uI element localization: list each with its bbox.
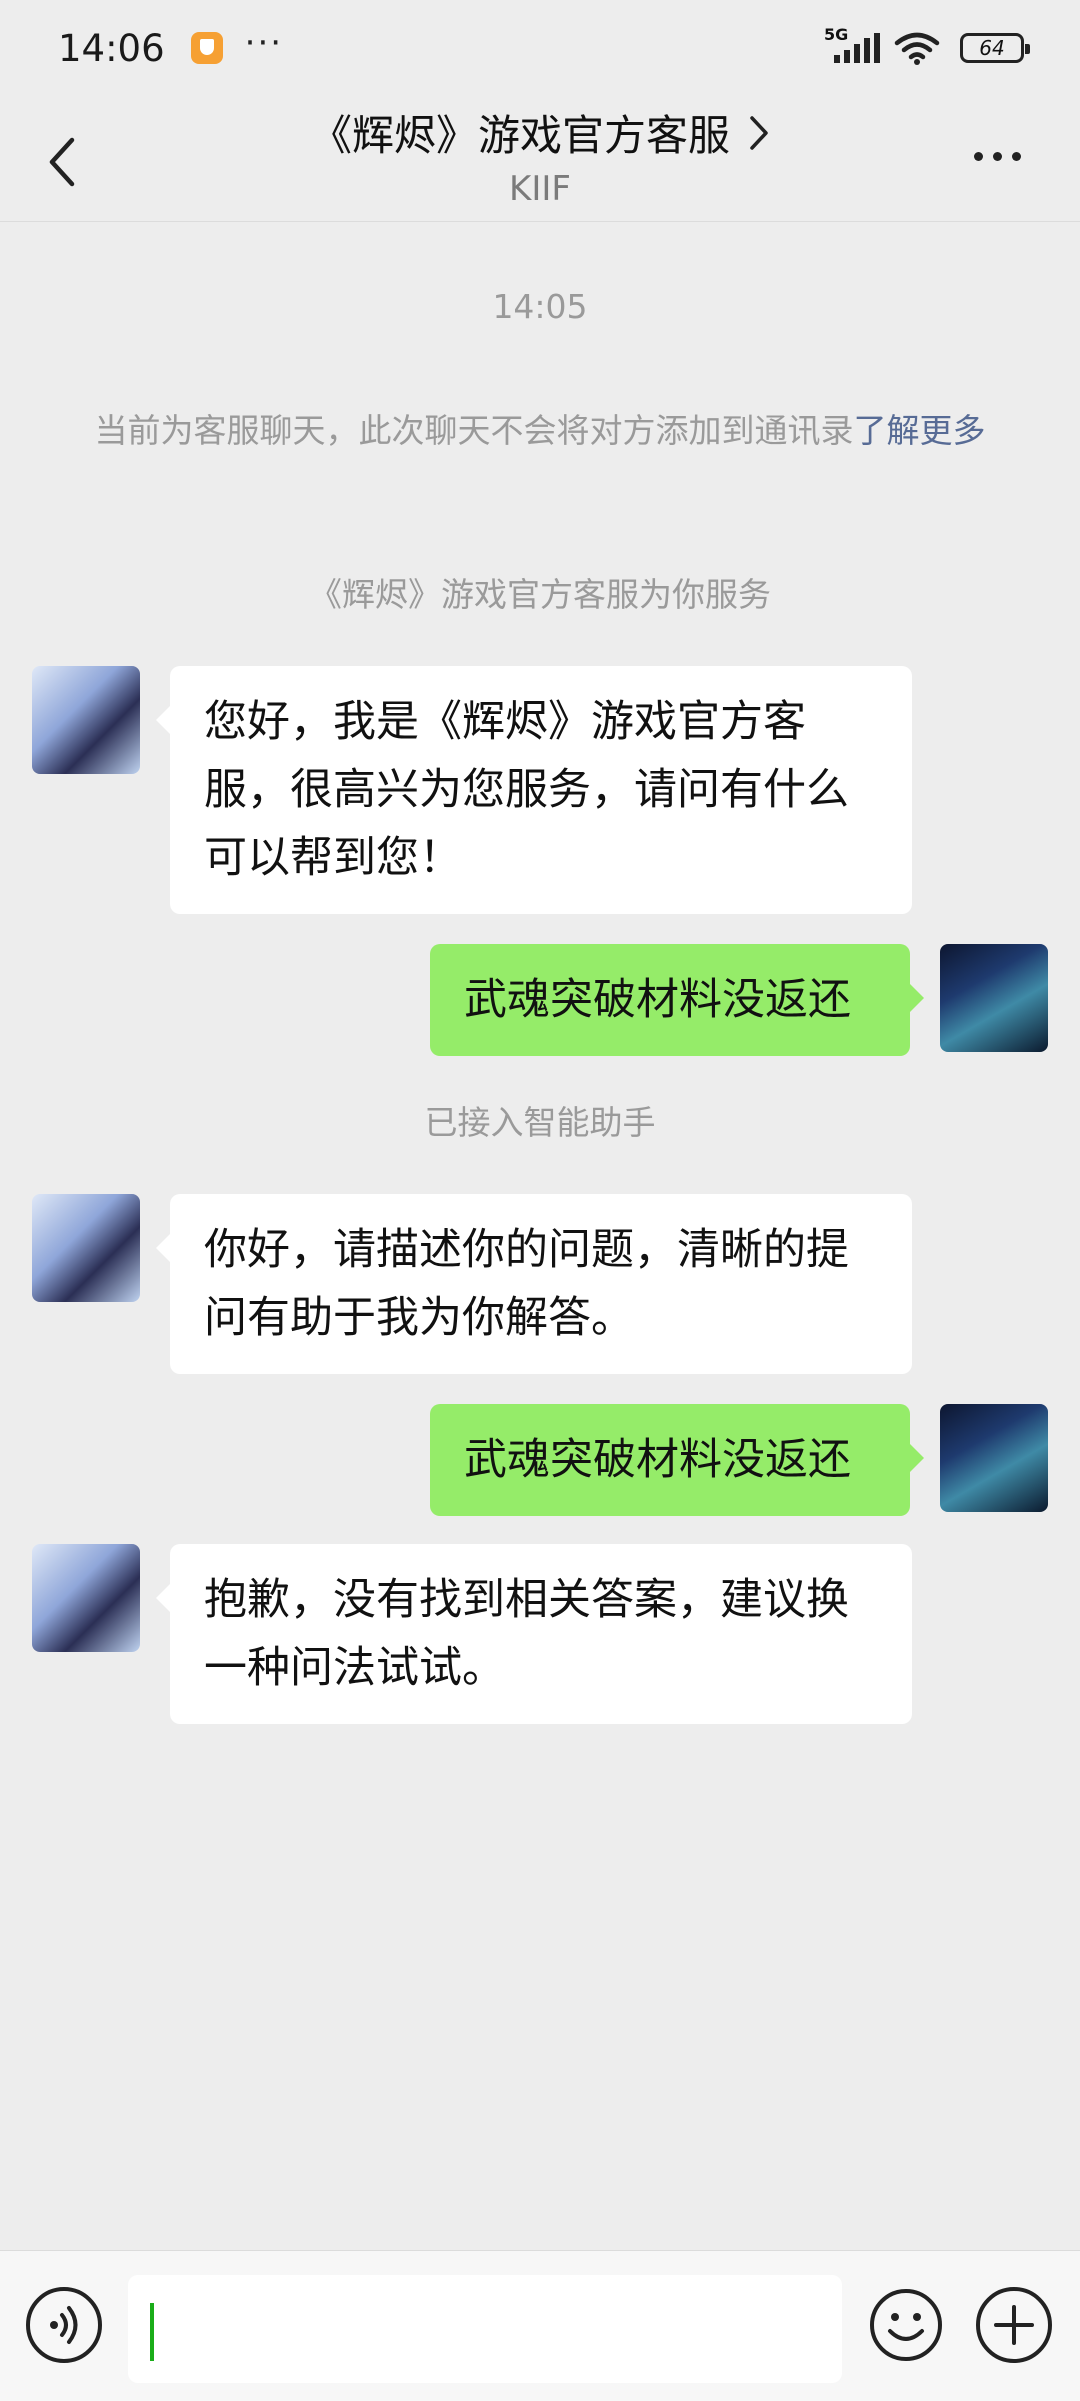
service-avatar[interactable] <box>32 1194 140 1302</box>
signal-icon: 5G <box>824 25 880 63</box>
message-bubble-received[interactable]: 抱歉，没有找到相关答案，建议换一种问法试试。 <box>156 1544 912 1724</box>
status-indicators: 5G 64 <box>824 25 1030 65</box>
battery-icon: 64 <box>960 33 1030 63</box>
user-avatar[interactable] <box>940 944 1048 1052</box>
input-bar <box>0 2250 1080 2401</box>
plus-icon <box>994 2305 1034 2345</box>
more-icon <box>974 151 983 161</box>
message-input[interactable] <box>128 2275 842 2383</box>
battery-level: 64 <box>979 36 1005 60</box>
service-banner: 《辉烬》游戏官方客服为你服务 <box>309 575 771 614</box>
status-overflow: ··· <box>244 23 284 63</box>
service-avatar[interactable] <box>32 1544 140 1652</box>
service-avatar[interactable] <box>32 666 140 774</box>
message-bubble-sent[interactable]: 武魂突破材料没返还 <box>430 944 924 1056</box>
voice-button[interactable] <box>26 2287 102 2363</box>
wifi-icon <box>894 32 940 65</box>
security-app-icon <box>190 32 223 64</box>
more-button[interactable] <box>974 146 1030 166</box>
message-timestamp: 14:05 <box>492 287 588 326</box>
emoji-button[interactable] <box>868 2287 944 2363</box>
notice-text: 当前为客服聊天，此次聊天不会将对方添加到通讯录 <box>94 411 854 450</box>
chevron-right-icon <box>750 115 768 150</box>
customer-service-notice: 当前为客服聊天，此次聊天不会将对方添加到通讯录了解更多 <box>80 404 1000 458</box>
chat-subtitle: KIIF <box>509 169 571 209</box>
message-bubble-sent[interactable]: 武魂突破材料没返还 <box>430 1404 924 1516</box>
message-bubble-received[interactable]: 您好，我是《辉烬》游戏官方客服，很高兴为您服务，请问有什么可以帮到您！ <box>156 666 912 914</box>
chat-title[interactable]: 《辉烬》游戏官方客服 <box>310 102 730 163</box>
status-bar: 14:06 ··· 5G 64 <box>0 0 1080 96</box>
chat-header: 《辉烬》游戏官方客服 KIIF <box>0 96 1080 222</box>
more-functions-button[interactable] <box>976 2287 1052 2363</box>
learn-more-link[interactable]: 了解更多 <box>854 411 986 450</box>
user-avatar[interactable] <box>940 1404 1048 1512</box>
emoji-icon <box>870 2289 942 2361</box>
chat-title-area[interactable]: 《辉烬》游戏官方客服 KIIF <box>0 102 1080 209</box>
network-type: 5G <box>824 25 849 44</box>
assistant-banner: 已接入智能助手 <box>424 1103 656 1142</box>
status-time: 14:06 <box>58 26 165 70</box>
voice-icon <box>50 2306 78 2344</box>
message-bubble-received[interactable]: 你好，请描述你的问题，清晰的提问有助于我为你解答。 <box>156 1194 912 1374</box>
text-cursor <box>150 2303 154 2361</box>
